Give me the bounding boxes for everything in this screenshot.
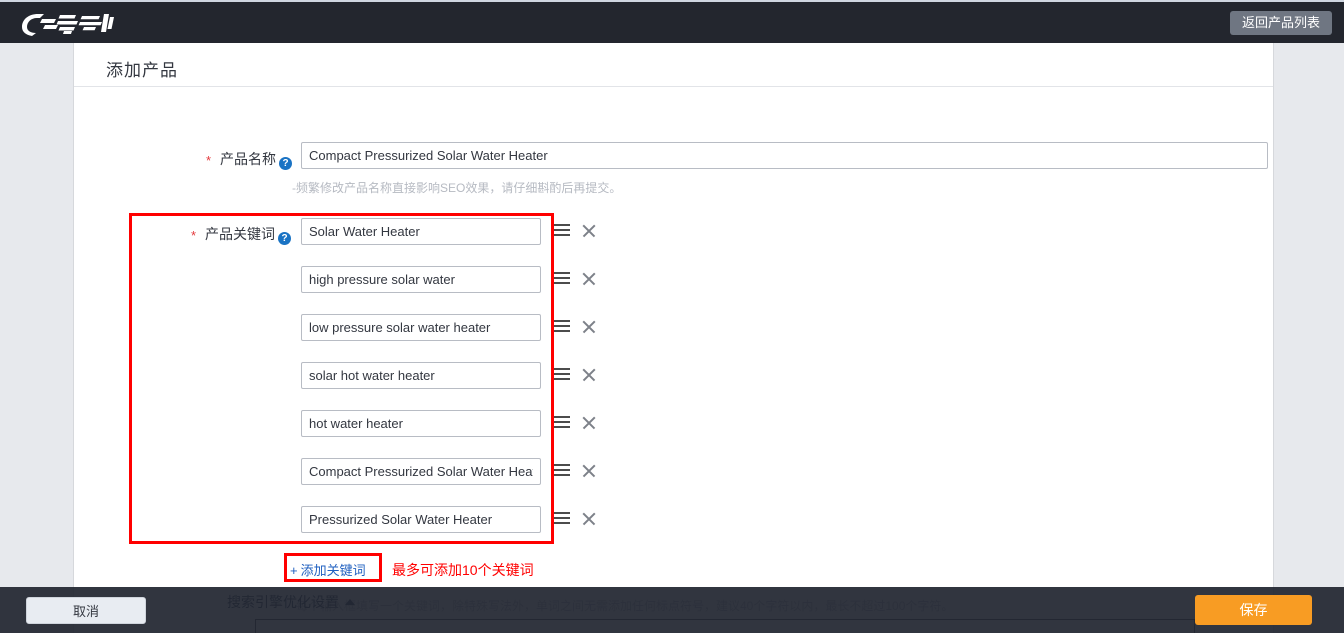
keywords-required-mark: *	[191, 228, 196, 243]
close-icon-1[interactable]	[581, 223, 597, 239]
keywords-label-text: 产品关键词	[205, 226, 275, 242]
add-keyword-button[interactable]: +添加关键词	[290, 560, 366, 579]
keywords-max-note: 最多可添加10个关键词	[392, 560, 534, 580]
drag-handle-icon-5[interactable]	[553, 416, 570, 430]
save-button[interactable]: 保存	[1195, 595, 1312, 625]
page-title: 添加产品	[106, 56, 178, 81]
drag-handle-icon-7[interactable]	[553, 512, 570, 526]
plus-icon: +	[290, 563, 298, 578]
drag-handle-icon-3[interactable]	[553, 320, 570, 334]
keyword-input-2[interactable]	[301, 266, 541, 293]
top-navigation-bar: 返回产品列表	[0, 0, 1344, 43]
page-root: 返回产品列表 添加产品 * 产品名称? -频繁修改产品名称直接影响SEO效果，请…	[0, 0, 1344, 633]
title-divider	[74, 86, 1273, 87]
product-name-hint: -频繁修改产品名称直接影响SEO效果，请仔细斟酌后再提交。	[292, 179, 621, 196]
drag-handle-icon-4[interactable]	[553, 368, 570, 382]
drag-handle-icon-2[interactable]	[553, 272, 570, 286]
lingdong-logo[interactable]	[20, 10, 115, 36]
product-name-label: 产品名称?	[220, 149, 292, 170]
footer-action-bar: 取消 保存	[0, 587, 1344, 633]
close-icon-7[interactable]	[581, 511, 597, 527]
product-name-required-mark: *	[206, 153, 211, 168]
close-icon-5[interactable]	[581, 415, 597, 431]
product-name-label-text: 产品名称	[220, 151, 276, 167]
close-icon-4[interactable]	[581, 367, 597, 383]
add-keyword-label: 添加关键词	[301, 563, 366, 578]
keyword-input-3[interactable]	[301, 314, 541, 341]
keyword-input-5[interactable]	[301, 410, 541, 437]
question-mark-icon[interactable]: ?	[279, 157, 292, 170]
back-to-product-list-button[interactable]: 返回产品列表	[1230, 11, 1332, 35]
close-icon-2[interactable]	[581, 271, 597, 287]
keyword-input-6[interactable]	[301, 458, 541, 485]
keyword-input-7[interactable]	[301, 506, 541, 533]
product-name-input[interactable]	[301, 142, 1268, 169]
cancel-button[interactable]: 取消	[26, 597, 146, 624]
keyword-input-1[interactable]	[301, 218, 541, 245]
close-icon-3[interactable]	[581, 319, 597, 335]
drag-handle-icon-6[interactable]	[553, 464, 570, 478]
content-panel: 添加产品 * 产品名称? -频繁修改产品名称直接影响SEO效果，请仔细斟酌后再提…	[73, 43, 1274, 633]
drag-handle-icon-1[interactable]	[553, 224, 570, 238]
question-mark-icon[interactable]: ?	[278, 232, 291, 245]
keywords-label: 产品关键词?	[205, 224, 291, 245]
keyword-input-4[interactable]	[301, 362, 541, 389]
close-icon-6[interactable]	[581, 463, 597, 479]
